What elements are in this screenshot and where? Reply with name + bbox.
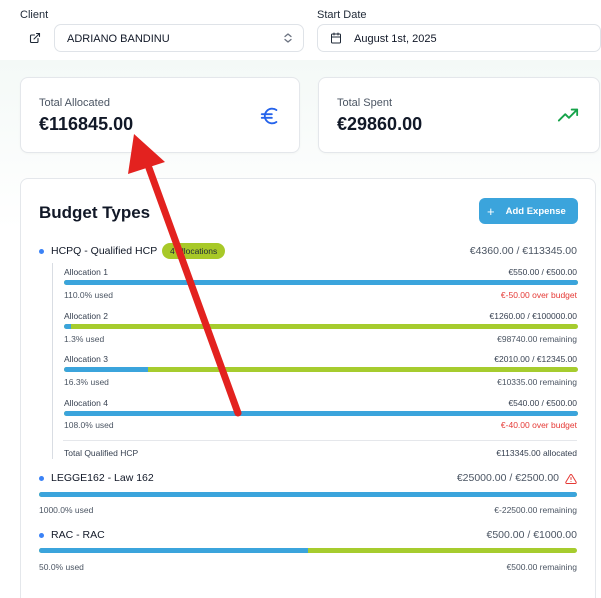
allocation-used-text: 108.0% used (64, 420, 114, 430)
allocation-amount: €1260.00 / €100000.00 (489, 311, 577, 321)
allocation-used-text: 1.3% used (64, 334, 105, 344)
budget-type-amount: €25000.00 / €2500.00 (456, 472, 559, 484)
budget-type-used-text: 1000.0% used (39, 505, 94, 515)
allocation-status: €98740.00 remaining (497, 334, 577, 344)
total-qualified-hcp-label: Total Qualified HCP (64, 448, 139, 458)
allocation-status: €10335.00 remaining (497, 377, 577, 387)
external-link-icon[interactable] (28, 31, 42, 45)
budget-type-progress-bar (39, 492, 577, 497)
allocations-badge-label: 4 allocations (170, 246, 218, 256)
start-date-value: August 1st, 2025 (354, 33, 437, 45)
total-allocated-label: Total Allocated (39, 97, 110, 109)
total-allocated-card: Total Allocated €116845.00 (20, 77, 300, 153)
allocation-name: Allocation 2 (64, 311, 108, 321)
allocation-progress-fill (64, 280, 578, 285)
total-spent-card: Total Spent €29860.00 (318, 77, 600, 153)
chevron-up-down-icon (283, 32, 293, 47)
budget-type-name: LEGGE162 - Law 162 (51, 472, 154, 484)
allocation-amount: €540.00 / €500.00 (508, 398, 577, 408)
client-select[interactable]: ADRIANO BANDINU (54, 24, 304, 52)
allocation-divider (63, 440, 577, 441)
total-spent-value: €29860.00 (337, 114, 423, 134)
plus-icon: + (487, 203, 495, 219)
budget-types-title: Budget Types (39, 203, 151, 222)
allocations-badge[interactable]: 4 allocations (162, 243, 226, 259)
budget-type-progress-fill (39, 548, 308, 553)
budget-type-dot (39, 533, 44, 538)
budget-type-used-text: 50.0% used (39, 562, 84, 572)
allocation-progress-bar (64, 324, 578, 329)
trending-up-icon (557, 105, 579, 127)
add-expense-button[interactable]: + Add Expense (479, 198, 578, 224)
budget-type-name: HCPQ - Qualified HCP (51, 245, 158, 257)
budget-type-status: €-22500.00 remaining (494, 505, 577, 515)
total-qualified-hcp-value: €113345.00 allocated (496, 448, 577, 458)
budget-type-amount: €500.00 / €1000.00 (486, 529, 577, 541)
allocation-progress-bar (64, 280, 578, 285)
total-allocated-value: €116845.00 (39, 114, 134, 134)
warning-icon (565, 472, 577, 484)
allocation-status: €-50.00 over budget (500, 290, 577, 300)
allocation-amount: €2010.00 / €12345.00 (494, 354, 577, 364)
allocation-name: Allocation 4 (64, 398, 108, 408)
client-select-value: ADRIANO BANDINU (67, 33, 170, 45)
allocation-progress-fill (64, 411, 578, 416)
add-expense-label: Add Expense (505, 205, 566, 217)
euro-icon (259, 105, 281, 127)
start-date-label: Start Date (317, 9, 367, 21)
budget-type-status: €500.00 remaining (506, 562, 577, 572)
allocation-progress-fill (64, 324, 71, 329)
allocation-name: Allocation 1 (64, 267, 108, 277)
client-label: Client (20, 9, 49, 21)
allocation-amount: €550.00 / €500.00 (508, 267, 577, 277)
budget-type-dot (39, 476, 44, 481)
allocation-name: Allocation 3 (64, 354, 108, 364)
allocation-used-text: 16.3% used (64, 377, 109, 387)
allocation-tree-line (52, 263, 53, 459)
budget-types-card: Budget Types + Add Expense HCPQ - Qualif… (20, 178, 596, 598)
allocation-progress-bar (64, 411, 578, 416)
allocation-progress-bar (64, 367, 578, 372)
start-date-picker[interactable]: August 1st, 2025 (317, 24, 601, 52)
calendar-icon (330, 32, 342, 47)
allocation-used-text: 110.0% used (64, 290, 113, 300)
budget-page: Client ADRIANO BANDINU Start Date August (0, 0, 601, 598)
allocation-progress-fill (64, 367, 148, 372)
budget-type-amount: €4360.00 / €113345.00 (469, 245, 577, 257)
budget-type-progress-fill (39, 492, 577, 497)
total-spent-label: Total Spent (337, 97, 393, 109)
budget-type-progress-bar (39, 548, 577, 553)
budget-type-name: RAC - RAC (51, 529, 105, 541)
budget-type-dot (39, 249, 44, 254)
allocation-status: €-40.00 over budget (500, 420, 577, 430)
